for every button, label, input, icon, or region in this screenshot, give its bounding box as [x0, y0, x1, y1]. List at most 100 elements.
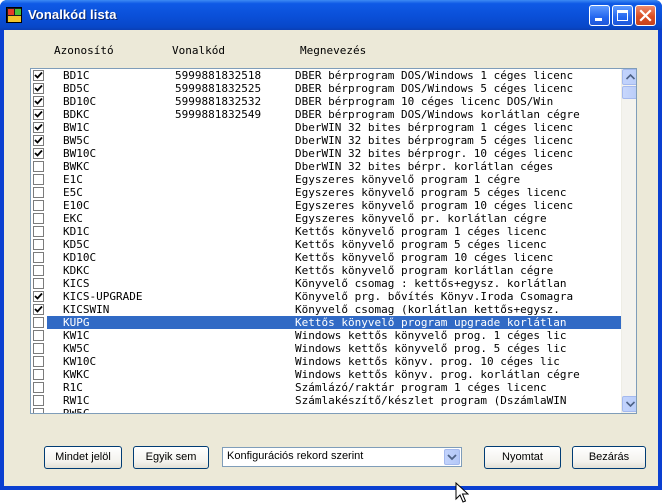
barcode-listbox[interactable]: BD1C 5999881832518 DBER bérprogram DOS/Win… [30, 68, 637, 414]
row-name: Számlázó/raktár program 1 céges licenc [295, 381, 547, 394]
print-button[interactable]: Nyomtat [484, 446, 561, 469]
table-row[interactable]: BWKC DberWIN 32 bites bérpr. korlátlan cé… [31, 160, 621, 173]
table-row[interactable]: RW5C [31, 407, 621, 413]
table-row[interactable]: RW1C Számlakészítő/készlet program (Dszám… [31, 394, 621, 407]
row-id: EKC [63, 212, 83, 225]
table-row[interactable]: BW1C DberWIN 32 bites bérprogram 1 céges … [31, 121, 621, 134]
row-id: R1C [63, 381, 83, 394]
row-id: E10C [63, 199, 90, 212]
barcode-app-icon[interactable] [6, 7, 22, 23]
row-checkbox[interactable] [33, 161, 44, 172]
table-row[interactable]: KWKC Windows kettős könyv. prog. korlátla… [31, 368, 621, 381]
row-checkbox[interactable] [33, 369, 44, 380]
window: Vonalkód lista Azonosító Vonalkód Megnev… [0, 0, 662, 503]
row-checkbox[interactable] [33, 135, 44, 146]
row-checkbox[interactable] [33, 200, 44, 211]
row-checkbox[interactable] [33, 408, 44, 413]
dropdown-button[interactable] [444, 449, 460, 465]
table-row[interactable]: KICSWIN Könyvelő csomag (korlátlan kettős… [31, 303, 621, 316]
scroll-thumb[interactable] [622, 86, 636, 99]
minimize-button[interactable] [589, 5, 610, 26]
close-button[interactable] [635, 5, 656, 26]
checkmark-icon [34, 84, 43, 92]
table-row[interactable]: EKC Egyszeres könyvelő pr. korlátlan cégr… [31, 212, 621, 225]
table-row[interactable]: E1C Egyszeres könyvelő program 1 cégre [31, 173, 621, 186]
table-row[interactable]: KD1C Kettős könyvelő program 1 céges lice… [31, 225, 621, 238]
row-barcode: 5999881832525 [175, 82, 262, 95]
row-checkbox[interactable] [33, 96, 44, 107]
scroll-down-button[interactable] [622, 396, 636, 412]
row-checkbox[interactable] [33, 265, 44, 276]
row-name: Számlakészítő/készlet program (DszámlaWI… [295, 394, 567, 407]
row-id: E1C [63, 173, 83, 186]
maximize-button[interactable] [612, 5, 633, 26]
table-row[interactable]: E5C Egyszeres könyvelő program 5 céges li… [31, 186, 621, 199]
table-row[interactable]: KW10C Windows kettős könyv. prog. 10 cége… [31, 355, 621, 368]
row-checkbox[interactable] [33, 148, 44, 159]
row-checkbox[interactable] [33, 226, 44, 237]
row-checkbox[interactable] [33, 343, 44, 354]
table-row[interactable]: R1C Számlázó/raktár program 1 céges licen… [31, 381, 621, 394]
row-checkbox[interactable] [33, 187, 44, 198]
table-row[interactable]: BW5C DberWIN 32 bites bérprogram 5 céges … [31, 134, 621, 147]
row-checkbox[interactable] [33, 395, 44, 406]
row-name: Könyvelő prg. bővítés Könyv.Iroda Csomag… [295, 290, 574, 303]
checkmark-icon [34, 136, 43, 144]
row-checkbox[interactable] [33, 291, 44, 302]
sort-order-select[interactable]: Konfigurációs rekord szerint [222, 447, 462, 467]
row-checkbox[interactable] [33, 174, 44, 185]
checkmark-icon [34, 292, 43, 300]
row-checkbox[interactable] [33, 252, 44, 263]
row-name: Könyvelő csomag : kettős+egysz. korlátla… [295, 277, 567, 290]
row-checkbox[interactable] [33, 70, 44, 81]
table-row[interactable]: KW1C Windows kettős könyvelő prog. 1 cége… [31, 329, 621, 342]
row-checkbox[interactable] [33, 278, 44, 289]
row-checkbox[interactable] [33, 356, 44, 367]
row-checkbox[interactable] [33, 122, 44, 133]
row-name: Windows kettős könyvelő prog. 5 céges li… [295, 342, 567, 355]
row-checkbox[interactable] [33, 382, 44, 393]
row-checkbox[interactable] [33, 213, 44, 224]
row-name: Egyszeres könyvelő program 1 cégre [295, 173, 521, 186]
row-checkbox[interactable] [33, 330, 44, 341]
column-header-barcode: Vonalkód [172, 44, 225, 57]
row-name: Kettős könyvelő program upgrade korlátla… [295, 316, 567, 329]
table-row[interactable]: BD5C 5999881832525 DBER bérprogram DOS/Win… [31, 82, 621, 95]
row-name: DBER bérprogram DOS/Windows 5 céges lice… [295, 82, 574, 95]
checkmark-icon [34, 123, 43, 131]
scroll-up-button[interactable] [622, 69, 636, 85]
table-row[interactable]: KICS Könyvelő csomag : kettős+egysz. korl… [31, 277, 621, 290]
row-checkbox[interactable] [33, 317, 44, 328]
table-row[interactable]: BD1C 5999881832518 DBER bérprogram DOS/Win… [31, 69, 621, 82]
select-all-button[interactable]: Mindet jelöl [44, 446, 122, 469]
table-row[interactable]: KDKC Kettős könyvelő program korlátlan cé… [31, 264, 621, 277]
table-row[interactable]: KW5C Windows kettős könyvelő prog. 5 cége… [31, 342, 621, 355]
row-name: Kettős könyvelő program 5 céges licenc [295, 238, 547, 251]
row-id: KDKC [63, 264, 90, 277]
row-barcode: 5999881832518 [175, 69, 262, 82]
row-id: KD5C [63, 238, 90, 251]
row-checkbox[interactable] [33, 304, 44, 315]
chevron-down-icon [626, 401, 635, 407]
table-row[interactable]: KD10C Kettős könyvelő program 10 céges li… [31, 251, 621, 264]
table-row[interactable]: KICS-UPGRADE Könyvelő prg. bővítés Könyv.… [31, 290, 621, 303]
row-name: Windows kettős könyv. prog. 10 céges lic [295, 355, 560, 368]
row-checkbox[interactable] [33, 239, 44, 250]
table-row[interactable]: KUPG Kettős könyvelő program upgrade korl… [31, 316, 621, 329]
row-id: BW10C [63, 147, 97, 160]
title-bar[interactable]: Vonalkód lista [0, 0, 662, 30]
select-none-button[interactable]: Egyik sem [133, 446, 209, 469]
vertical-scrollbar[interactable] [621, 69, 636, 413]
row-checkbox[interactable] [33, 83, 44, 94]
table-row[interactable]: BW10C DberWIN 32 bites bérprogr. 10 céges… [31, 147, 621, 160]
close-dialog-button[interactable]: Bezárás [572, 446, 646, 469]
table-row[interactable]: BDKC 5999881832549 DBER bérprogram DOS/Win… [31, 108, 621, 121]
table-row[interactable]: E10C Egyszeres könyvelő program 10 céges … [31, 199, 621, 212]
row-name: Kettős könyvelő program korlátlan cégre [295, 264, 554, 277]
row-name: Kettős könyvelő program 1 céges licenc [295, 225, 547, 238]
row-checkbox[interactable] [33, 109, 44, 120]
row-id: KICS [63, 277, 90, 290]
chevron-up-icon [626, 74, 635, 80]
table-row[interactable]: BD10C 5999881832532 DBER bérprogram 10 cég… [31, 95, 621, 108]
table-row[interactable]: KD5C Kettős könyvelő program 5 céges lice… [31, 238, 621, 251]
